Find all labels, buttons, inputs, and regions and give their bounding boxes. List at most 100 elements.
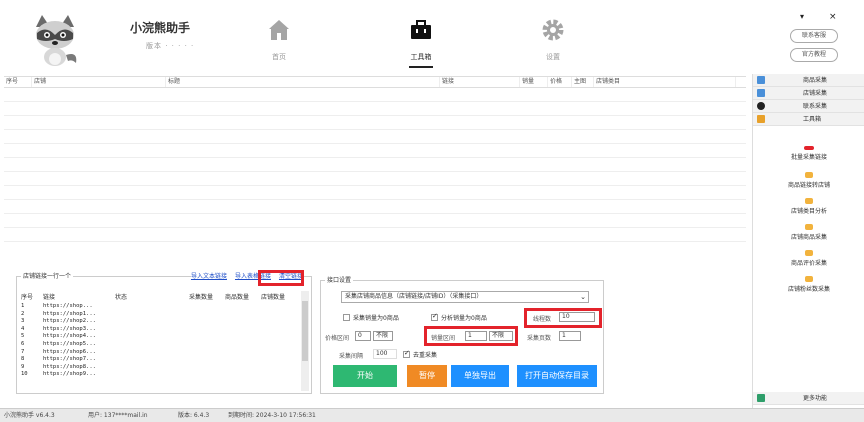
col-shop[interactable]: 店铺 [32, 77, 166, 87]
interval-label: 采集间隔 [339, 353, 364, 360]
list-item[interactable]: 8 https://shop7... [21, 356, 301, 364]
list-item[interactable]: 6 https://shop5... [21, 341, 301, 349]
links-scrollbar[interactable] [301, 291, 309, 391]
sidebar-item-shop-collect[interactable]: 店铺采集 [753, 87, 864, 100]
table-header: 序号 店铺 标题 链接 销量 价格 主图 店铺类目 [4, 77, 746, 88]
new-badge-icon [804, 146, 814, 150]
sidebar-item-contact-collect[interactable]: 联系采集 [753, 100, 864, 113]
interface-select[interactable]: 采集店铺商品信息（店铺链接/店铺ID）（采集接口） ⌄ [341, 291, 589, 303]
sidebar-item-toolbox[interactable]: 工具箱 [753, 113, 864, 126]
sub-item-review-collect[interactable]: 商品评价采集 [753, 250, 864, 267]
table-row[interactable] [4, 228, 746, 242]
gender-icon [757, 102, 765, 110]
pause-button[interactable]: 暂停 [407, 365, 447, 387]
hand-pointer-icon [805, 198, 813, 204]
collect-zero-sales-checkbox[interactable]: 采集销量为0商品 [343, 313, 399, 322]
table-row[interactable] [4, 88, 746, 102]
open-save-dir-button[interactable]: 打开自动保存目录 [517, 365, 597, 387]
interval-input[interactable]: 100 [373, 349, 397, 359]
list-item[interactable]: 3 https://shop2... [21, 318, 301, 326]
sub-item-label: 店铺类目分析 [790, 208, 827, 215]
hand-pointer-icon [805, 250, 813, 256]
contact-service-button[interactable]: 联系客服 [790, 29, 838, 43]
price-to-input[interactable]: 不限 [373, 331, 393, 341]
table-row[interactable] [4, 214, 746, 228]
sub-item-fans-collect[interactable]: 店铺粉丝数采集 [753, 276, 864, 293]
sidebar-item-label: 工具箱 [803, 115, 822, 123]
sub-item-shop-product[interactable]: 店铺商品采集 [753, 224, 864, 241]
app-subtitle: 版本 · · · · · [146, 42, 195, 50]
sidebar-item-label: 商品采集 [803, 76, 828, 84]
status-build: 版本: 6.4.3 [178, 412, 210, 419]
sub-item-label: 商品链接转店铺 [787, 182, 830, 189]
thread-label: 线程数 [533, 316, 552, 323]
table-row[interactable] [4, 116, 746, 130]
col-link[interactable]: 链接 [440, 77, 520, 87]
sidebar-item-product-collect[interactable]: 商品采集 [753, 74, 864, 87]
home-icon [269, 20, 289, 40]
list-item[interactable]: 9 https://shop8... [21, 364, 301, 372]
sales-from-input[interactable]: 1 [465, 331, 487, 341]
col-category[interactable]: 店铺类目 [594, 77, 736, 87]
table-row[interactable] [4, 130, 746, 144]
nav-home[interactable]: 首页 [254, 18, 304, 62]
col-title[interactable]: 标题 [166, 77, 440, 87]
price-from-input[interactable]: 0 [355, 331, 371, 341]
col-image[interactable]: 主图 [572, 77, 594, 87]
table-row[interactable] [4, 158, 746, 172]
scrollbar-thumb[interactable] [302, 301, 308, 361]
dedupe-checkbox[interactable]: 去重采集 [403, 349, 437, 359]
col-price[interactable]: 价格 [548, 77, 572, 87]
list-item[interactable]: 1 https://shop... [21, 303, 301, 311]
sidebar-item-more[interactable]: 更多功能 [753, 392, 864, 405]
table-row[interactable] [4, 200, 746, 214]
thread-input[interactable]: 10 [559, 312, 595, 322]
sub-item-category-analysis[interactable]: 店铺类目分析 [753, 198, 864, 215]
list-item[interactable]: 5 https://shop4... [21, 333, 301, 341]
interface-select-value: 采集店铺商品信息（店铺链接/店铺ID）（采集接口） [345, 293, 483, 300]
list-item[interactable]: 10 https://shop9... [21, 371, 301, 379]
links-panel-title: 店铺链接一行一个 [21, 271, 74, 280]
sub-item-label: 批量采集链接 [790, 154, 827, 161]
results-table[interactable]: 序号 店铺 标题 链接 销量 价格 主图 店铺类目 [4, 76, 746, 268]
highlight-clear-links [258, 270, 304, 286]
lt-col-index: 序号 [21, 294, 34, 301]
lt-col-collect-count: 采集数量 [189, 294, 214, 301]
sales-to-input[interactable]: 不限 [489, 331, 513, 341]
checkbox-label: 采集销量为0商品 [353, 315, 399, 322]
close-icon[interactable]: × [829, 12, 837, 22]
checkbox-box[interactable] [403, 349, 410, 358]
list-item[interactable]: 7 https://shop6... [21, 349, 301, 357]
table-row[interactable] [4, 144, 746, 158]
checkbox-box[interactable] [431, 312, 438, 321]
nav-toolbox[interactable]: 工具箱 [396, 18, 446, 68]
interface-panel-title: 接口设置 [325, 275, 354, 284]
status-expire: 到期时间: 2024-3-10 17:56:31 [228, 412, 316, 419]
official-tutorial-button[interactable]: 官方教程 [790, 48, 838, 62]
import-text-link[interactable]: 导入文本链接 [191, 271, 227, 280]
table-row[interactable] [4, 186, 746, 200]
col-sales[interactable]: 销量 [520, 77, 548, 87]
list-item[interactable]: 2 https://shop1... [21, 311, 301, 319]
table-row[interactable] [4, 172, 746, 186]
list-item[interactable]: 4 https://shop3... [21, 326, 301, 334]
nav-settings[interactable]: 设置 [528, 18, 578, 62]
lt-col-product-count: 商品数量 [225, 294, 250, 301]
folder-icon [757, 115, 765, 123]
checkbox-box[interactable] [343, 314, 350, 321]
minimize-icon[interactable]: ▾ [800, 12, 804, 21]
status-version: 小浣熊助手 v6.4.3 [4, 412, 55, 419]
col-index[interactable]: 序号 [4, 77, 32, 87]
sub-item-batch-link[interactable]: 批量采集链接 [753, 146, 864, 161]
start-button[interactable]: 开始 [333, 365, 397, 387]
grid-icon [757, 89, 765, 97]
page-count-input[interactable]: 1 [559, 331, 581, 341]
export-button[interactable]: 单独导出 [451, 365, 509, 387]
analyze-zero-sales-checkbox[interactable]: 分析销量为0商品 [431, 312, 487, 322]
lt-col-link: 链接 [43, 294, 56, 301]
hand-pointer-icon [805, 172, 813, 178]
sub-item-link-to-shop[interactable]: 商品链接转店铺 [753, 172, 864, 189]
links-table[interactable]: 序号 链接 状态 采集数量 商品数量 店铺数量 1 https://shop...… [21, 293, 301, 391]
sub-item-label: 店铺粉丝数采集 [787, 286, 830, 293]
table-row[interactable] [4, 102, 746, 116]
